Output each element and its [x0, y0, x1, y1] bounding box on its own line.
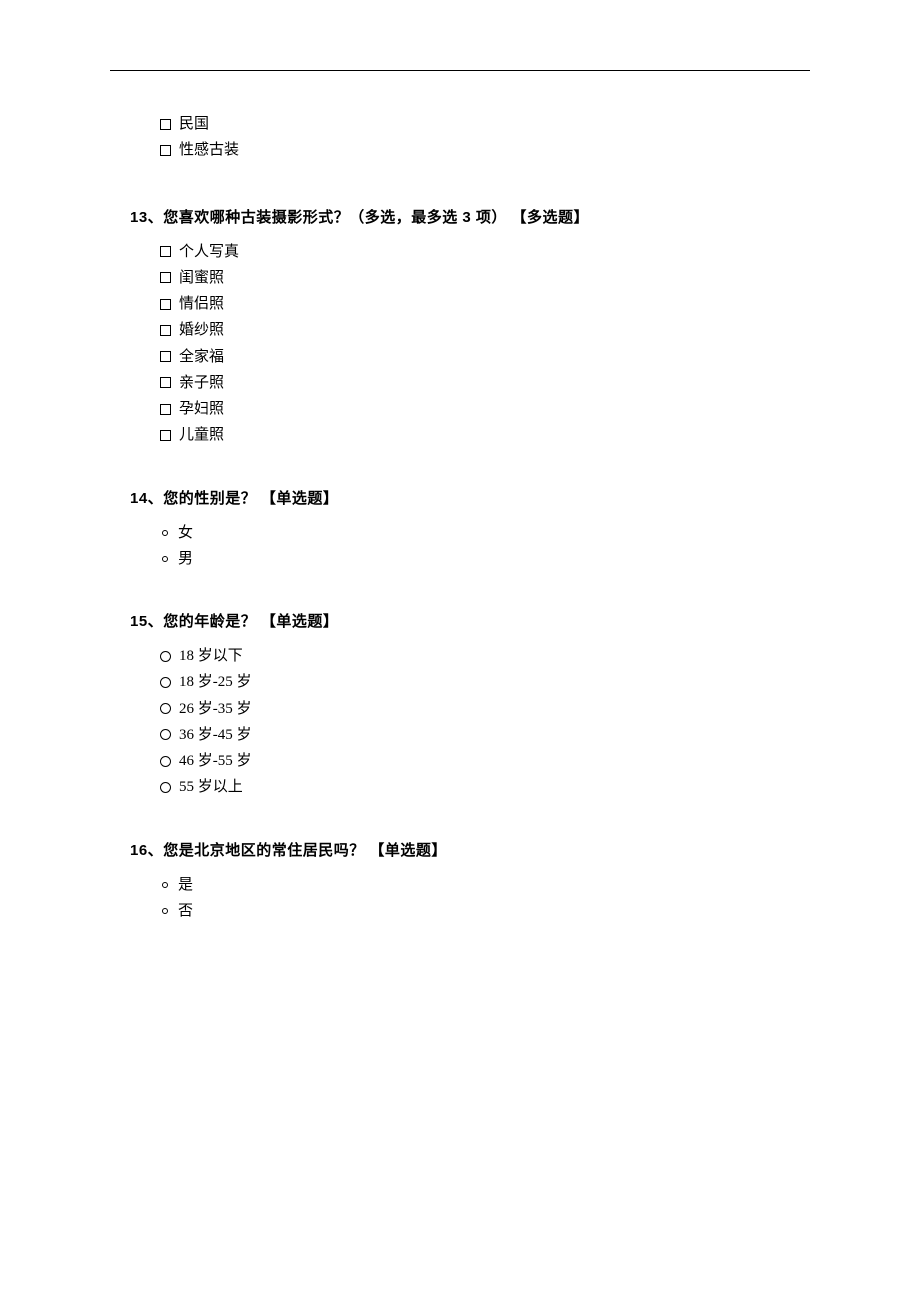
option-label: 孕妇照 — [179, 396, 224, 422]
radio-icon — [162, 882, 168, 888]
option-item[interactable]: 是 — [160, 872, 810, 898]
option-item[interactable]: 55 岁以上 — [160, 774, 810, 800]
question-title: 14、您的性别是？ 【单选题】 — [130, 487, 810, 508]
radio-icon — [160, 729, 171, 740]
option-item[interactable]: 个人写真 — [160, 239, 810, 265]
option-label: 婚纱照 — [179, 317, 224, 343]
radio-icon — [160, 703, 171, 714]
radio-icon — [160, 782, 171, 793]
question-13: 13、您喜欢哪种古装摄影形式？（多选，最多选 3 项） 【多选题】 个人写真 闺… — [110, 206, 810, 449]
option-item[interactable]: 民国 — [160, 111, 810, 137]
option-item[interactable]: 全家福 — [160, 344, 810, 370]
question-title: 13、您喜欢哪种古装摄影形式？（多选，最多选 3 项） 【多选题】 — [130, 206, 810, 227]
checkbox-icon — [160, 404, 171, 415]
checkbox-icon — [160, 299, 171, 310]
radio-icon — [160, 677, 171, 688]
option-label: 否 — [178, 898, 193, 924]
radio-icon — [162, 556, 168, 562]
checkbox-icon — [160, 377, 171, 388]
option-label: 全家福 — [179, 344, 224, 370]
checkbox-icon — [160, 325, 171, 336]
option-label: 亲子照 — [179, 370, 224, 396]
option-item[interactable]: 性感古装 — [160, 137, 810, 163]
question-14: 14、您的性别是？ 【单选题】 女 男 — [110, 487, 810, 573]
question-16: 16、您是北京地区的常住居民吗？ 【单选题】 是 否 — [110, 839, 810, 925]
option-group: 18 岁以下 18 岁-25 岁 26 岁-35 岁 36 岁-45 岁 46 … — [160, 643, 810, 801]
option-label: 男 — [178, 546, 193, 572]
question-title: 16、您是北京地区的常住居民吗？ 【单选题】 — [130, 839, 810, 860]
radio-icon — [160, 651, 171, 662]
checkbox-icon — [160, 119, 171, 130]
orphan-option-group: 民国 性感古装 — [160, 111, 810, 164]
option-item[interactable]: 男 — [160, 546, 810, 572]
checkbox-icon — [160, 272, 171, 283]
option-label: 18 岁-25 岁 — [179, 669, 252, 695]
page-content: 民国 性感古装 13、您喜欢哪种古装摄影形式？（多选，最多选 3 项） 【多选题… — [0, 0, 920, 924]
checkbox-icon — [160, 246, 171, 257]
option-label: 性感古装 — [179, 137, 239, 163]
checkbox-icon — [160, 430, 171, 441]
radio-icon — [162, 530, 168, 536]
option-label: 是 — [178, 872, 193, 898]
header-rule — [110, 70, 810, 71]
option-item[interactable]: 18 岁-25 岁 — [160, 669, 810, 695]
question-15: 15、您的年龄是？ 【单选题】 18 岁以下 18 岁-25 岁 26 岁-35… — [110, 610, 810, 801]
option-label: 情侣照 — [179, 291, 224, 317]
option-label: 儿童照 — [179, 422, 224, 448]
question-title: 15、您的年龄是？ 【单选题】 — [130, 610, 810, 631]
radio-icon — [162, 908, 168, 914]
radio-icon — [160, 756, 171, 767]
checkbox-icon — [160, 351, 171, 362]
option-item[interactable]: 儿童照 — [160, 422, 810, 448]
option-label: 民国 — [179, 111, 209, 137]
option-group: 个人写真 闺蜜照 情侣照 婚纱照 全家福 亲子照 孕妇照 儿童照 — [160, 239, 810, 449]
option-label: 女 — [178, 520, 193, 546]
option-label: 18 岁以下 — [179, 643, 243, 669]
option-label: 36 岁-45 岁 — [179, 722, 252, 748]
option-label: 闺蜜照 — [179, 265, 224, 291]
option-label: 个人写真 — [179, 239, 239, 265]
option-item[interactable]: 26 岁-35 岁 — [160, 696, 810, 722]
option-item[interactable]: 36 岁-45 岁 — [160, 722, 810, 748]
option-group: 是 否 — [160, 872, 810, 925]
option-item[interactable]: 闺蜜照 — [160, 265, 810, 291]
option-item[interactable]: 婚纱照 — [160, 317, 810, 343]
checkbox-icon — [160, 145, 171, 156]
option-label: 46 岁-55 岁 — [179, 748, 252, 774]
option-item[interactable]: 亲子照 — [160, 370, 810, 396]
option-item[interactable]: 否 — [160, 898, 810, 924]
option-item[interactable]: 46 岁-55 岁 — [160, 748, 810, 774]
option-label: 26 岁-35 岁 — [179, 696, 252, 722]
option-label: 55 岁以上 — [179, 774, 243, 800]
option-item[interactable]: 孕妇照 — [160, 396, 810, 422]
option-group: 女 男 — [160, 520, 810, 573]
option-item[interactable]: 情侣照 — [160, 291, 810, 317]
option-item[interactable]: 18 岁以下 — [160, 643, 810, 669]
option-item[interactable]: 女 — [160, 520, 810, 546]
